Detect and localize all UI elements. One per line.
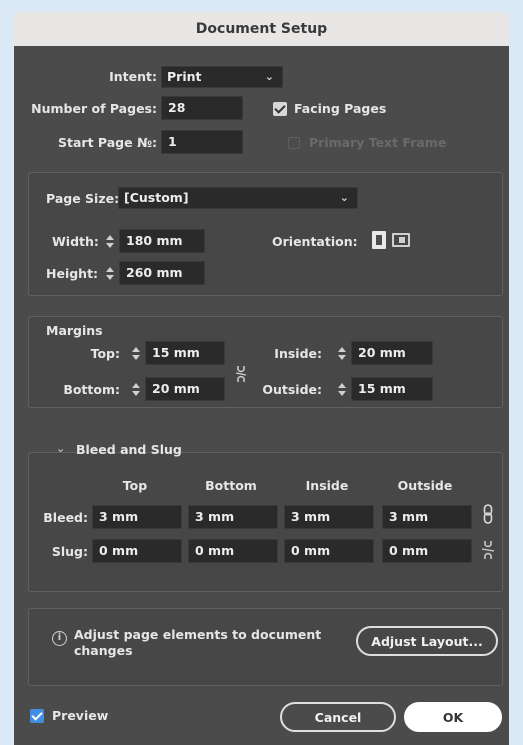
document-setup-dialog: Document Setup Intent: Print ⌄ Number of… [14,12,509,745]
slug-label: Slug: [51,544,88,559]
margin-outside-input[interactable]: 15 mm [351,377,433,401]
bleed-header-outside: Outside [397,478,453,493]
width-label: Width: [52,234,99,249]
margin-inside-input[interactable]: 20 mm [351,341,433,365]
stepper-down-icon [132,390,140,396]
margin-top-input[interactable]: 15 mm [145,341,225,365]
page-size-dropdown[interactable]: [Custom] ⌄ [118,187,358,209]
height-label: Height: [46,266,99,281]
stepper-down-icon [338,354,346,360]
cancel-button[interactable]: Cancel [280,702,396,732]
stepper-up-icon [106,266,114,272]
stepper-down-icon [106,274,114,280]
margin-bottom-label: Bottom: [63,382,120,397]
margin-top-label: Top: [90,346,120,361]
info-icon: i [52,631,67,646]
bleed-link-icon[interactable] [481,503,495,525]
bleed-header-bottom: Bottom [205,478,257,493]
height-input[interactable]: 260 mm [119,261,205,285]
chevron-down-icon: ⌄ [264,70,274,83]
number-of-pages-input[interactable]: 28 [161,96,243,120]
landscape-orientation-icon[interactable] [392,233,410,247]
number-of-pages-label: Number of Pages: [31,101,157,116]
page-size-label: Page Size: [46,191,120,206]
slug-top-input[interactable]: 0 mm [92,539,182,563]
stepper-down-icon [132,354,140,360]
orientation-label: Orientation: [272,234,358,249]
facing-pages-checkbox[interactable] [273,102,287,116]
portrait-orientation-icon[interactable] [372,231,386,249]
stepper-down-icon [106,242,114,248]
stepper-up-icon [338,346,346,352]
adjust-layout-button[interactable]: Adjust Layout... [356,626,498,656]
intent-value: Print [167,69,202,84]
margin-bottom-stepper[interactable] [128,377,144,401]
preview-label: Preview [52,708,109,723]
chevron-down-icon: ⌄ [339,191,349,204]
bleed-bottom-input[interactable]: 3 mm [188,505,278,529]
intent-label: Intent: [109,69,157,84]
ok-button[interactable]: OK [404,702,502,732]
bleed-top-input[interactable]: 3 mm [92,505,182,529]
width-input[interactable]: 180 mm [119,229,205,253]
stepper-up-icon [132,346,140,352]
stepper-up-icon [106,234,114,240]
slug-bottom-input[interactable]: 0 mm [188,539,278,563]
stepper-up-icon [132,382,140,388]
margins-title: Margins [46,323,103,338]
facing-pages-label: Facing Pages [294,101,387,116]
bleed-outside-input[interactable]: 3 mm [382,505,472,529]
width-stepper[interactable] [102,229,118,253]
dialog-title: Document Setup [14,12,509,46]
margin-inside-stepper[interactable] [334,341,350,365]
margin-inside-label: Inside: [274,346,322,361]
margin-top-stepper[interactable] [128,341,144,365]
bleed-inside-input[interactable]: 3 mm [284,505,374,529]
bleed-header-top: Top [122,478,148,493]
margin-outside-label: Outside: [262,382,322,397]
slug-inside-input[interactable]: 0 mm [284,539,374,563]
stepper-up-icon [338,382,346,388]
intent-dropdown[interactable]: Print ⌄ [161,66,283,88]
slug-outside-input[interactable]: 0 mm [382,539,472,563]
margin-outside-stepper[interactable] [334,377,350,401]
bleed-slug-title: Bleed and Slug [76,442,182,457]
start-page-label: Start Page №: [58,135,157,150]
page-size-value: [Custom] [124,190,189,205]
stepper-down-icon [338,390,346,396]
bleed-label: Bleed: [43,510,88,525]
height-stepper[interactable] [102,261,118,285]
bleed-header-inside: Inside [305,478,349,493]
collapse-chevron-icon[interactable]: ⌄ [56,442,65,455]
adjust-layout-message: Adjust page elements to document changes [74,627,322,658]
slug-broken-link-icon[interactable] [481,539,495,561]
preview-checkbox[interactable] [30,709,44,723]
margins-broken-link-icon[interactable] [235,364,247,384]
primary-text-frame-checkbox[interactable] [288,137,300,149]
margin-bottom-input[interactable]: 20 mm [145,377,225,401]
start-page-input[interactable]: 1 [161,130,243,154]
primary-text-frame-label: Primary Text Frame [309,135,447,150]
